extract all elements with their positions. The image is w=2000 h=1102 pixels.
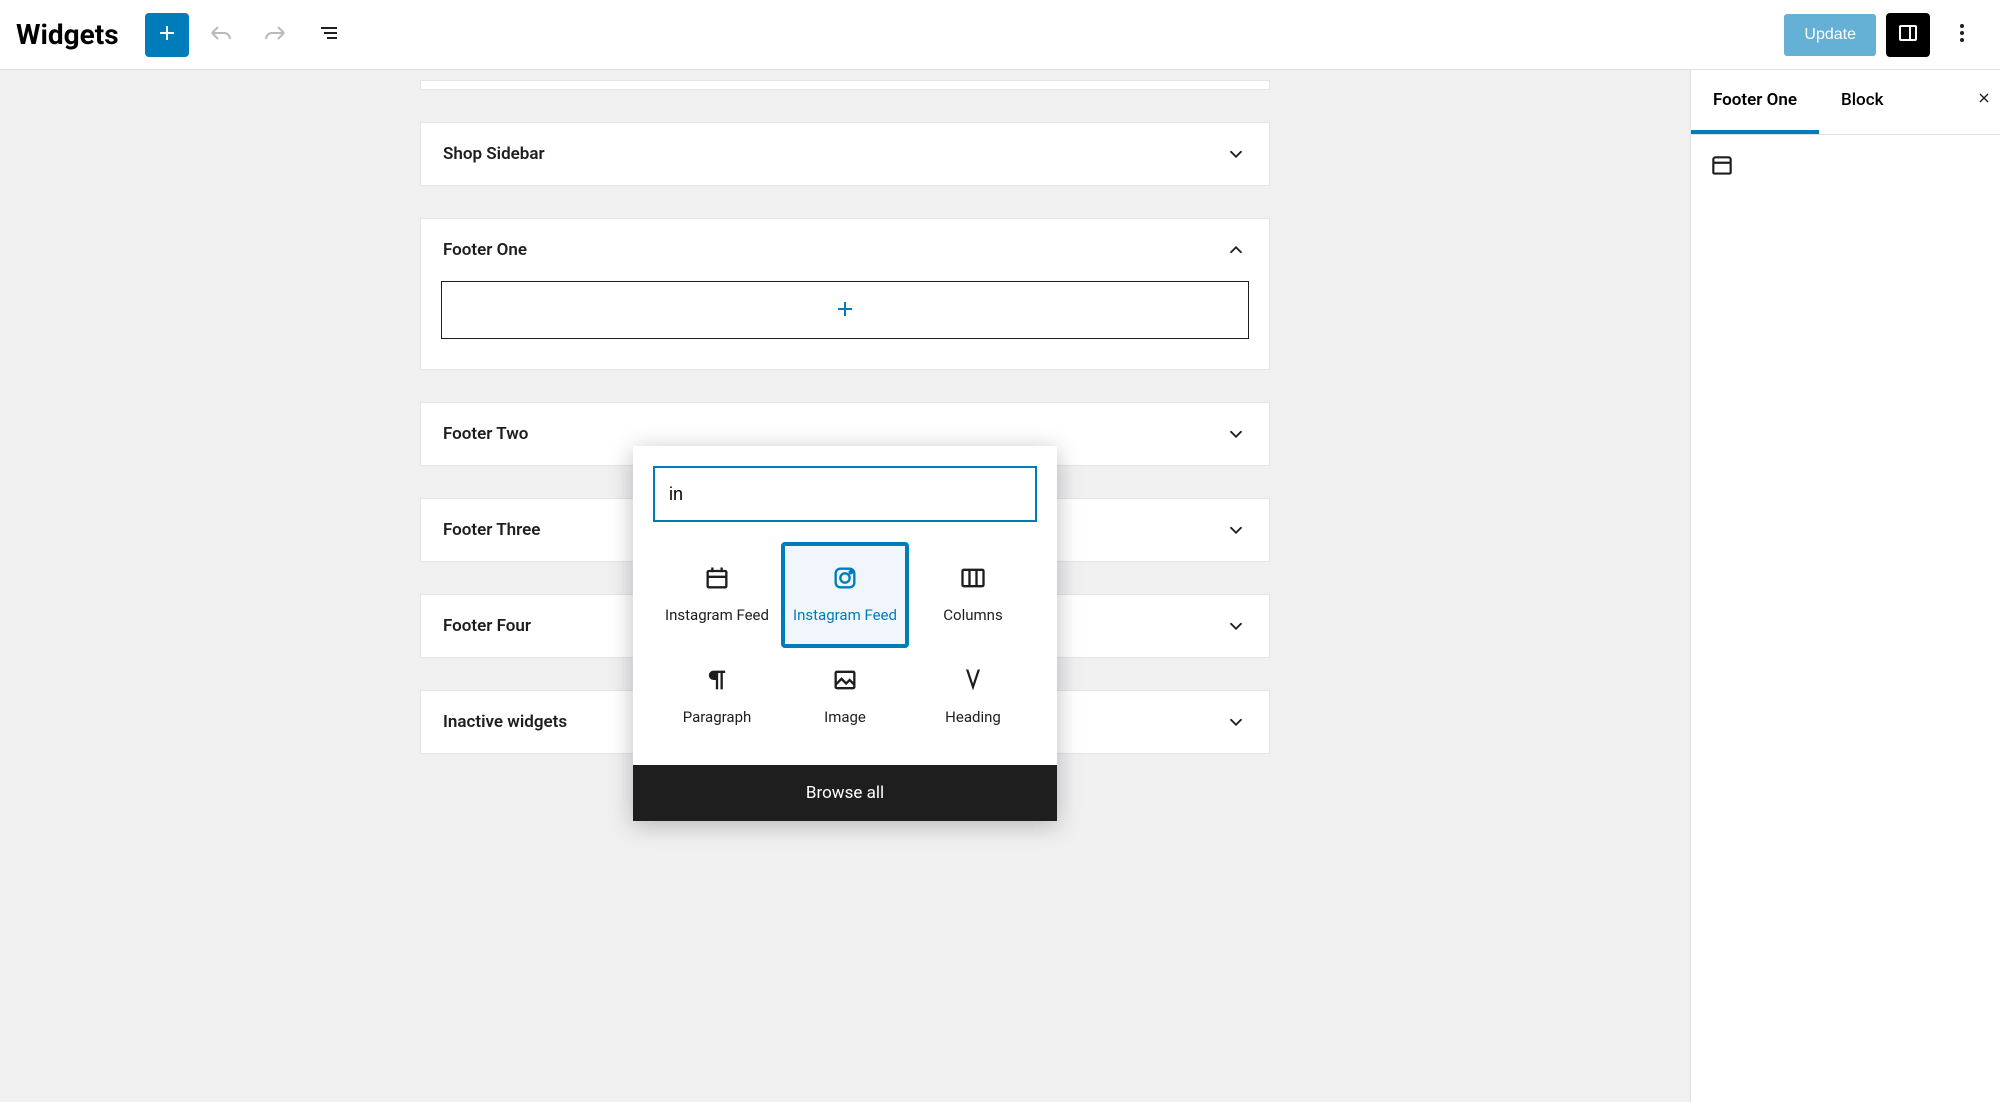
- sidebar-close-button[interactable]: [1968, 70, 2000, 134]
- widget-panel-footer-one: Footer One: [420, 218, 1270, 370]
- widget-area-icon: [1709, 164, 1735, 183]
- toolbar-right: Update: [1784, 13, 1984, 57]
- block-item-paragraph[interactable]: Paragraph: [653, 648, 781, 746]
- editor-toolbar: Widgets Update: [0, 0, 2000, 70]
- chevron-down-icon: [1225, 615, 1247, 637]
- image-icon: [831, 666, 859, 694]
- search-input[interactable]: [669, 484, 1003, 505]
- undo-button[interactable]: [199, 13, 243, 57]
- block-label: Paragraph: [683, 708, 752, 728]
- plus-icon: [155, 21, 179, 48]
- block-label: Instagram Feed: [665, 606, 769, 626]
- chevron-up-icon: [1225, 239, 1247, 261]
- redo-icon: [263, 21, 287, 48]
- tab-block[interactable]: Block: [1819, 70, 1905, 134]
- sidebar-tabs: Footer One Block: [1691, 70, 2000, 135]
- block-label: Heading: [945, 708, 1001, 728]
- close-icon: [1976, 91, 1992, 110]
- calendar-icon: [703, 564, 731, 592]
- panel-title: Footer One: [443, 240, 527, 260]
- settings-sidebar-toggle[interactable]: [1886, 13, 1930, 57]
- panel-header[interactable]: Shop Sidebar: [421, 123, 1269, 185]
- add-block-button[interactable]: [145, 13, 189, 57]
- instagram-icon: [831, 564, 859, 592]
- chevron-down-icon: [1225, 143, 1247, 165]
- block-item-columns[interactable]: Columns: [909, 542, 1037, 648]
- block-item-instagram-feed[interactable]: Instagram Feed: [653, 542, 781, 648]
- canvas: Shop Sidebar Footer One: [0, 70, 1690, 1102]
- block-label: Instagram Feed: [793, 606, 897, 626]
- panel-title: Inactive widgets: [443, 712, 567, 732]
- browse-all-button[interactable]: Browse all: [633, 765, 1057, 821]
- toolbar-left: Widgets: [16, 13, 351, 57]
- inserter-search-wrap: [633, 446, 1057, 542]
- settings-sidebar: Footer One Block: [1690, 70, 2000, 1102]
- block-grid: Instagram Feed Instagram Feed Columns: [633, 542, 1057, 765]
- list-view-button[interactable]: [307, 13, 351, 57]
- plus-icon: [833, 297, 857, 324]
- paragraph-icon: [703, 666, 731, 694]
- panel-title: Shop Sidebar: [443, 144, 545, 164]
- more-vertical-icon: [1950, 21, 1974, 48]
- add-block-inline-button[interactable]: [441, 281, 1249, 339]
- page-title: Widgets: [16, 18, 119, 51]
- sidebar-body: [1691, 135, 2000, 201]
- panel-title: Footer Four: [443, 616, 531, 636]
- main: Shop Sidebar Footer One: [0, 70, 2000, 1102]
- block-label: Image: [824, 708, 866, 728]
- block-item-instagram-feed-selected[interactable]: Instagram Feed: [781, 542, 909, 648]
- list-view-icon: [317, 21, 341, 48]
- panel-body: [421, 281, 1269, 369]
- block-inserter-popover: Instagram Feed Instagram Feed Columns: [633, 446, 1057, 821]
- redo-button[interactable]: [253, 13, 297, 57]
- block-item-heading[interactable]: Heading: [909, 648, 1037, 746]
- heading-icon: [959, 666, 987, 694]
- panel-title: Footer Three: [443, 520, 540, 540]
- chevron-down-icon: [1225, 423, 1247, 445]
- options-button[interactable]: [1940, 13, 1984, 57]
- columns-icon: [959, 564, 987, 592]
- block-label: Columns: [943, 606, 1002, 626]
- search-box: [653, 466, 1037, 522]
- chevron-down-icon: [1225, 519, 1247, 541]
- widget-panel-truncated: [420, 80, 1270, 90]
- clear-search-button[interactable]: [1003, 485, 1021, 503]
- block-item-image[interactable]: Image: [781, 648, 909, 746]
- panel-title: Footer Two: [443, 424, 528, 444]
- chevron-down-icon: [1225, 711, 1247, 733]
- sidebar-toggle-icon: [1896, 21, 1920, 48]
- widget-panel-shop-sidebar: Shop Sidebar: [420, 122, 1270, 186]
- panel-header[interactable]: Footer One: [421, 219, 1269, 281]
- tab-widget-area[interactable]: Footer One: [1691, 70, 1819, 134]
- undo-icon: [209, 21, 233, 48]
- update-button[interactable]: Update: [1784, 14, 1876, 56]
